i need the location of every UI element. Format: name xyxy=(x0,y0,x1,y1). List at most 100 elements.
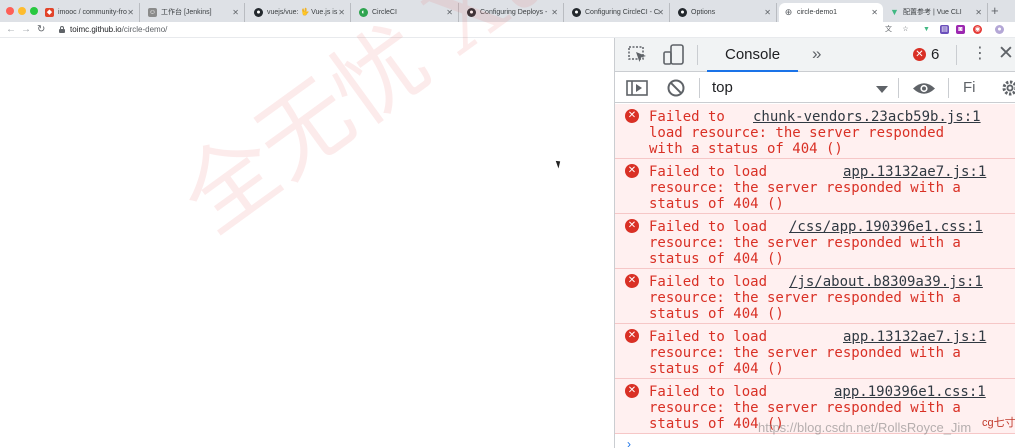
console-prompt-chevron-icon[interactable]: › xyxy=(627,438,631,448)
sidebar-toggle-icon[interactable] xyxy=(626,80,648,96)
tab-label: Options xyxy=(691,9,716,16)
close-icon[interactable]: ✕ xyxy=(446,3,453,22)
message-text: status of 404 () xyxy=(649,196,784,212)
inspect-element-icon[interactable] xyxy=(628,46,648,64)
message-text: with a status of 404 () xyxy=(649,141,843,157)
console-error-message: ✕ Failed to load /js/about.b8309a39.js:1… xyxy=(615,269,1015,324)
error-icon: ✕ xyxy=(625,164,639,178)
new-tab-button[interactable]: + xyxy=(991,4,999,18)
error-icon: ✕ xyxy=(625,384,639,398)
address-toolbar: ← → ↻ toimc.github.io/circle-demo/ 文 ☆ ▼… xyxy=(0,22,1015,38)
filter-input[interactable]: Fi xyxy=(963,78,976,98)
message-text: resource: the server responded with a xyxy=(649,180,961,196)
jenkins-icon: ☺ xyxy=(148,8,157,17)
message-text: status of 404 () xyxy=(649,361,784,377)
star-icon[interactable]: ☆ xyxy=(901,25,910,34)
profile-avatar[interactable]: ● xyxy=(995,25,1004,34)
tab-label: circle-demo1 xyxy=(797,9,838,16)
execution-context-select[interactable]: top xyxy=(712,78,733,98)
source-link[interactable]: chunk-vendors.23acb59b.js:1 xyxy=(753,109,981,125)
tab-configuring-deploys[interactable]: ● Configuring Deploys - ✕ xyxy=(462,3,564,22)
circleci-icon: ◐ xyxy=(359,8,368,17)
github-icon: ● xyxy=(254,8,263,17)
browser-window: ◆ imooc / community-fro ✕ ☺ 工作台 [Jenkins… xyxy=(0,0,1015,448)
vue-icon: ▼ xyxy=(890,7,899,17)
close-icon[interactable]: ✕ xyxy=(551,3,558,22)
kebab-menu-icon[interactable]: ⋮ xyxy=(972,44,988,64)
tab-vue-cli-config[interactable]: ▼ 配置参考 | Vue CLI ✕ xyxy=(885,3,988,22)
corner-watermark: cg七寸 xyxy=(982,417,1015,429)
source-link[interactable]: /js/about.b8309a39.js:1 xyxy=(789,274,983,290)
tab-label: 工作台 [Jenkins] xyxy=(161,9,212,16)
message-text: status of 404 () xyxy=(649,306,784,322)
translate-icon[interactable]: 文 xyxy=(884,25,893,34)
live-expression-eye-icon[interactable] xyxy=(912,81,936,96)
message-text: resource: the server responded with a xyxy=(649,235,961,251)
url-path: /circle-demo/ xyxy=(121,25,168,34)
vue-devtools-icon[interactable]: ▼ xyxy=(922,25,931,34)
tab-circle-demo1[interactable]: ⊕ circle-demo1 ✕ xyxy=(779,3,883,22)
tab-label: Configuring Deploys - xyxy=(480,9,548,16)
back-arrow-icon[interactable]: ← xyxy=(6,23,16,37)
message-text: resource: the server responded with a xyxy=(649,345,961,361)
url-host: toimc.github.io xyxy=(70,25,122,34)
credit-watermark: https://blog.csdn.net/RollsRoyce_Jim xyxy=(758,420,972,435)
error-icon: ✕ xyxy=(625,329,639,343)
tab-circleci[interactable]: ◐ CircleCI ✕ xyxy=(354,3,459,22)
tab-configuring-circleci[interactable]: ● Configuring CircleCI - C ✕ xyxy=(567,3,670,22)
console-toolbar: top Fi xyxy=(615,73,1015,103)
tab-console[interactable]: Console xyxy=(707,38,799,72)
minimize-window-button[interactable] xyxy=(18,7,26,15)
source-link[interactable]: app.190396e1.css:1 xyxy=(834,384,986,400)
github-icon: ● xyxy=(467,8,476,17)
reload-icon[interactable]: ↻ xyxy=(37,23,45,37)
extension-icon[interactable]: ◙ xyxy=(956,25,965,34)
toolbar-separator xyxy=(898,78,899,98)
message-text: Failed to xyxy=(649,109,725,125)
close-icon[interactable]: ✕ xyxy=(871,3,878,22)
message-text: Failed to load xyxy=(649,219,768,235)
close-icon[interactable]: ✕ xyxy=(338,3,345,22)
message-text: Failed to load xyxy=(649,164,768,180)
device-toolbar-icon[interactable] xyxy=(663,44,685,66)
error-count[interactable]: 6 xyxy=(931,45,939,64)
close-icon[interactable]: ✕ xyxy=(764,3,771,22)
close-devtools-icon[interactable]: ✕ xyxy=(998,42,1014,66)
tab-jenkins[interactable]: ☺ 工作台 [Jenkins] ✕ xyxy=(143,3,245,22)
close-icon[interactable]: ✕ xyxy=(975,3,982,22)
tab-options[interactable]: ● Options ✕ xyxy=(673,3,777,22)
gear-icon[interactable] xyxy=(1001,79,1015,97)
more-tabs-chevron-icon[interactable]: » xyxy=(812,44,821,64)
message-text: load resource: the server responded xyxy=(649,125,945,141)
console-error-message: ✕ Failed to chunk-vendors.23acb59b.js:1 … xyxy=(615,104,1015,159)
tab-label: vuejs/vue: 🖖 Vue.js is xyxy=(267,9,338,16)
close-icon[interactable]: ✕ xyxy=(127,3,134,22)
close-window-button[interactable] xyxy=(6,7,14,15)
error-icon: ✕ xyxy=(625,219,639,233)
tab-imooc[interactable]: ◆ imooc / community-fro ✕ xyxy=(40,3,140,22)
dropdown-arrow-icon[interactable] xyxy=(876,86,888,93)
tab-label: Configuring CircleCI - C xyxy=(585,9,659,16)
forward-arrow-icon[interactable]: → xyxy=(21,23,31,37)
message-text: status of 404 () xyxy=(649,251,784,267)
extension-icon[interactable]: ▤ xyxy=(940,25,949,34)
maximize-window-button[interactable] xyxy=(30,7,38,15)
message-text: Failed to load xyxy=(649,329,768,345)
error-badge-icon[interactable]: ✕ xyxy=(913,48,926,61)
source-link[interactable]: app.13132ae7.js:1 xyxy=(843,164,986,180)
error-icon: ✕ xyxy=(625,109,639,123)
source-link[interactable]: /css/app.190396e1.css:1 xyxy=(789,219,983,235)
clear-console-icon[interactable] xyxy=(667,79,685,97)
tab-label: 配置参考 | Vue CLI xyxy=(903,9,962,16)
devtools-panel: Console » ✕ 6 ⋮ ✕ top Fi ✕ Failed to chu… xyxy=(614,38,1015,448)
extension-icon[interactable]: ◉ xyxy=(973,25,982,34)
close-icon[interactable]: ✕ xyxy=(657,3,664,22)
error-icon: ✕ xyxy=(625,274,639,288)
close-icon[interactable]: ✕ xyxy=(232,3,239,22)
lock-icon[interactable] xyxy=(59,26,65,33)
message-text: resource: the server responded with a xyxy=(649,290,961,306)
source-link[interactable]: app.13132ae7.js:1 xyxy=(843,329,986,345)
address-bar[interactable]: toimc.github.io/circle-demo/ xyxy=(70,24,167,36)
console-tab-label: Console xyxy=(725,46,781,63)
tab-vuejs[interactable]: ● vuejs/vue: 🖖 Vue.js is ✕ xyxy=(249,3,351,22)
